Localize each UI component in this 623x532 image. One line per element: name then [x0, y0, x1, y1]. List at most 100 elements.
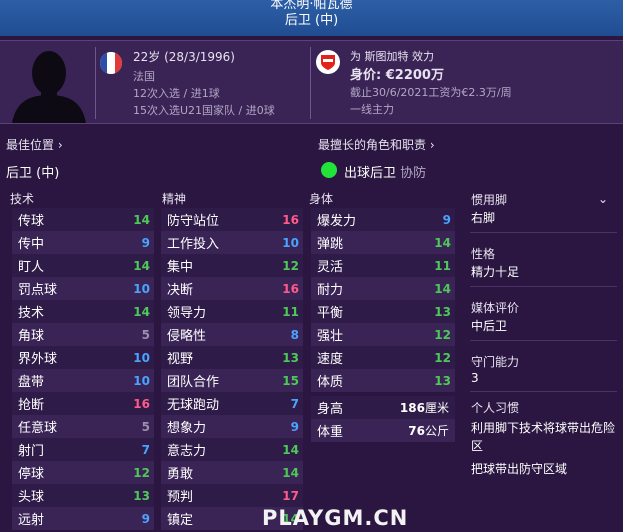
weight-value: 76 [408, 423, 425, 438]
attribute-row[interactable]: 停球 12 [12, 461, 154, 484]
best-position-header[interactable]: 最佳位置 › [6, 136, 63, 153]
attribute-row[interactable]: 盘带 10 [12, 369, 154, 392]
attribute-row[interactable]: 任意球 5 [12, 415, 154, 438]
divider [470, 391, 617, 392]
physical-header: 身体 [309, 192, 334, 206]
best-role-line: 出球后卫 协防 [344, 162, 426, 181]
attribute-row[interactable]: 团队合作 15 [161, 369, 303, 392]
attribute-row[interactable]: 领导力 11 [161, 300, 303, 323]
attribute-label: 界外球 [18, 352, 58, 367]
attribute-row[interactable]: 集中 12 [161, 254, 303, 277]
attribute-row[interactable]: 体质 13 [311, 369, 455, 392]
attribute-row[interactable]: 头球 13 [12, 484, 154, 507]
best-position-value: 后卫 (中) [6, 166, 60, 181]
attribute-value: 16 [133, 396, 150, 411]
attribute-label: 射门 [18, 444, 45, 459]
attribute-label: 停球 [18, 467, 45, 482]
attribute-row[interactable]: 抢断 16 [12, 392, 154, 415]
attribute-value: 12 [282, 258, 299, 273]
attribute-value: 13 [282, 350, 299, 365]
attribute-row[interactable]: 罚点球 10 [12, 277, 154, 300]
habit-item: 把球带出防守区域 [471, 462, 568, 476]
attribute-value: 9 [442, 212, 451, 227]
nationality[interactable]: 法国 [133, 68, 155, 84]
best-role-header-label: 最擅长的角色和职责 [318, 138, 427, 152]
attribute-row[interactable]: 界外球 10 [12, 346, 154, 369]
attribute-label: 平衡 [317, 306, 344, 321]
divider [95, 47, 96, 119]
personality-value: 精力十足 [471, 265, 520, 279]
attribute-row[interactable]: 意志力 14 [161, 438, 303, 461]
age-dob: 22岁 (28/3/1996) [133, 50, 235, 64]
attribute-row[interactable]: 灵活 11 [311, 254, 455, 277]
divider [310, 47, 311, 119]
attribute-value: 13 [133, 488, 150, 503]
attribute-label: 角球 [18, 329, 45, 344]
attribute-label: 爆发力 [317, 214, 357, 229]
attribute-row[interactable]: 盯人 14 [12, 254, 154, 277]
attribute-row[interactable]: 传中 9 [12, 231, 154, 254]
attribute-label: 弹跳 [317, 237, 344, 252]
attribute-row[interactable]: 技术 14 [12, 300, 154, 323]
attribute-value: 13 [434, 373, 451, 388]
attribute-row[interactable]: 视野 13 [161, 346, 303, 369]
attribute-label: 体质 [317, 375, 344, 390]
attribute-row[interactable]: 射门 7 [12, 438, 154, 461]
attribute-label: 预判 [167, 490, 194, 505]
attribute-value: 10 [133, 281, 150, 296]
watermark: PLAYGM.CN [262, 506, 409, 530]
attribute-row[interactable]: 角球 5 [12, 323, 154, 346]
gk-value: 3 [471, 371, 479, 385]
attribute-value: 14 [133, 212, 150, 227]
attribute-row[interactable]: 想象力 9 [161, 415, 303, 438]
attribute-value: 9 [141, 235, 150, 250]
attribute-value: 5 [141, 327, 150, 342]
attribute-row[interactable]: 耐力 14 [311, 277, 455, 300]
attribute-value: 11 [282, 304, 299, 319]
caps: 12次入选 / 进1球 [133, 87, 220, 100]
foot-label: 惯用脚 [471, 193, 508, 207]
attribute-value: 17 [282, 488, 299, 503]
attribute-row[interactable]: 平衡 13 [311, 300, 455, 323]
attribute-value: 10 [282, 235, 299, 250]
attribute-row[interactable]: 传球 14 [12, 208, 154, 231]
attribute-label: 速度 [317, 352, 344, 367]
player-avatar[interactable] [8, 43, 90, 123]
attribute-row[interactable]: 速度 12 [311, 346, 455, 369]
height-label: 身高 [317, 402, 344, 417]
attribute-label: 抢断 [18, 398, 45, 413]
attribute-label: 传球 [18, 214, 45, 229]
best-position-header-label: 最佳位置 [6, 138, 55, 152]
best-role-header[interactable]: 最擅长的角色和职责 › [318, 136, 435, 153]
attribute-label: 意志力 [167, 444, 207, 459]
technical-header: 技术 [10, 192, 35, 206]
attribute-row[interactable]: 预判 17 [161, 484, 303, 507]
attribute-value: 5 [141, 419, 150, 434]
attribute-value: 10 [133, 373, 150, 388]
attribute-row[interactable]: 防守站位 16 [161, 208, 303, 231]
chevron-down-icon[interactable]: ⌄ [598, 192, 608, 206]
attribute-label: 决断 [167, 283, 194, 298]
attribute-row[interactable]: 决断 16 [161, 277, 303, 300]
attribute-row[interactable]: 无球跑动 7 [161, 392, 303, 415]
attribute-value: 7 [141, 442, 150, 457]
attribute-label: 技术 [18, 306, 45, 321]
attribute-value: 11 [434, 258, 451, 273]
attribute-row[interactable]: 远射 9 [12, 507, 154, 530]
attribute-label: 灵活 [317, 260, 344, 275]
attribute-row[interactable]: 强壮 12 [311, 323, 455, 346]
attribute-row[interactable]: 侵略性 8 [161, 323, 303, 346]
club-line[interactable]: 为 斯图加特 效力 [350, 48, 434, 64]
contract-info: 截止30/6/2021工资为€2.3万/周 [350, 86, 512, 99]
club-badge-icon[interactable] [316, 50, 340, 74]
attribute-row[interactable]: 勇敢 14 [161, 461, 303, 484]
attribute-label: 工作投入 [167, 237, 220, 252]
attribute-row[interactable]: 弹跳 14 [311, 231, 455, 254]
mental-header: 精神 [162, 192, 187, 206]
attribute-row[interactable]: 工作投入 10 [161, 231, 303, 254]
attribute-row[interactable]: 爆发力 9 [311, 208, 455, 231]
personality-label: 性格 [471, 247, 496, 261]
height-value: 186 [399, 400, 425, 415]
attribute-value: 9 [290, 419, 299, 434]
attribute-value: 14 [282, 465, 299, 480]
